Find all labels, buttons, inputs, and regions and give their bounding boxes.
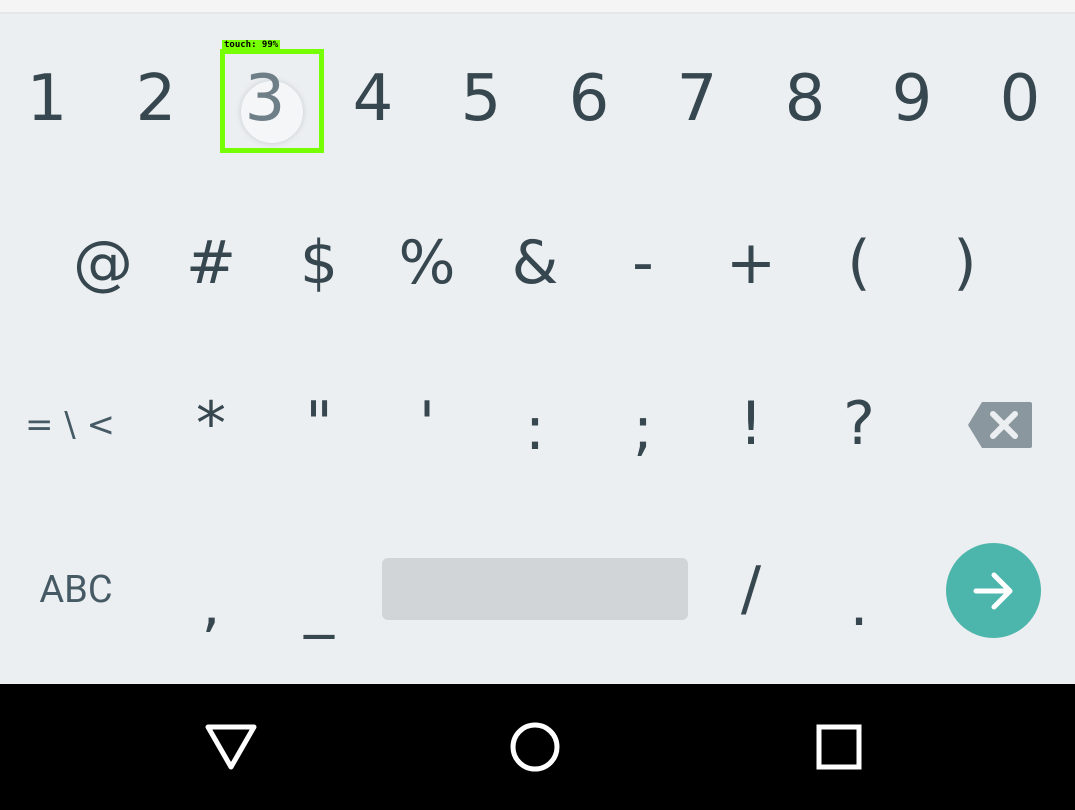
backspace-key[interactable] xyxy=(966,400,1034,450)
nav-recents-button[interactable] xyxy=(804,714,874,780)
key-slash[interactable]: / xyxy=(716,554,786,624)
nav-home-button[interactable] xyxy=(500,714,570,780)
key-ampersand[interactable]: & xyxy=(500,228,570,298)
more-symbols-toggle[interactable]: = \ < xyxy=(14,399,126,451)
backspace-icon xyxy=(968,402,1032,448)
key-question[interactable]: ? xyxy=(824,389,894,459)
key-minus[interactable]: - xyxy=(608,228,678,298)
key-plus[interactable]: + xyxy=(716,228,786,298)
key-digit-3[interactable]: 3 xyxy=(230,64,300,134)
key-period[interactable]: . xyxy=(824,570,894,640)
key-digit-0[interactable]: 0 xyxy=(985,64,1055,134)
app-content-edge xyxy=(0,0,1075,14)
key-at[interactable]: @ xyxy=(68,228,138,298)
key-dollar[interactable]: $ xyxy=(284,228,354,298)
key-digit-6[interactable]: 6 xyxy=(554,64,624,134)
key-single-quote[interactable]: ' xyxy=(392,389,462,459)
recents-square-icon xyxy=(816,724,862,770)
key-hash[interactable]: # xyxy=(176,228,246,298)
abc-mode-key[interactable]: ABC xyxy=(20,560,132,620)
key-comma[interactable]: , xyxy=(176,570,246,640)
nav-back-button[interactable] xyxy=(196,714,266,780)
key-asterisk[interactable]: * xyxy=(176,389,246,459)
key-colon[interactable]: : xyxy=(500,394,570,464)
key-semicolon[interactable]: ; xyxy=(608,394,678,464)
key-digit-1[interactable]: 1 xyxy=(12,64,82,134)
key-digit-8[interactable]: 8 xyxy=(770,64,840,134)
key-percent[interactable]: % xyxy=(392,228,462,298)
key-open-paren[interactable]: ( xyxy=(824,228,894,298)
key-digit-2[interactable]: 2 xyxy=(121,64,191,134)
system-navigation-bar xyxy=(0,684,1075,810)
key-close-paren[interactable]: ) xyxy=(930,228,1000,298)
symbol-keyboard: 1 2 3 4 5 6 7 8 9 0 @ # $ % & - + ( ) = … xyxy=(0,14,1075,684)
key-digit-9[interactable]: 9 xyxy=(877,64,947,134)
key-digit-7[interactable]: 7 xyxy=(662,64,732,134)
key-underscore[interactable]: _ xyxy=(284,570,354,640)
space-key[interactable] xyxy=(382,558,688,620)
key-double-quote[interactable]: " xyxy=(284,389,354,459)
arrow-right-icon xyxy=(973,572,1012,609)
back-triangle-icon xyxy=(205,724,257,770)
key-exclamation[interactable]: ! xyxy=(716,389,786,459)
enter-key[interactable] xyxy=(946,543,1041,638)
key-digit-5[interactable]: 5 xyxy=(446,64,516,134)
home-circle-icon xyxy=(510,722,560,772)
key-digit-4[interactable]: 4 xyxy=(338,64,408,134)
